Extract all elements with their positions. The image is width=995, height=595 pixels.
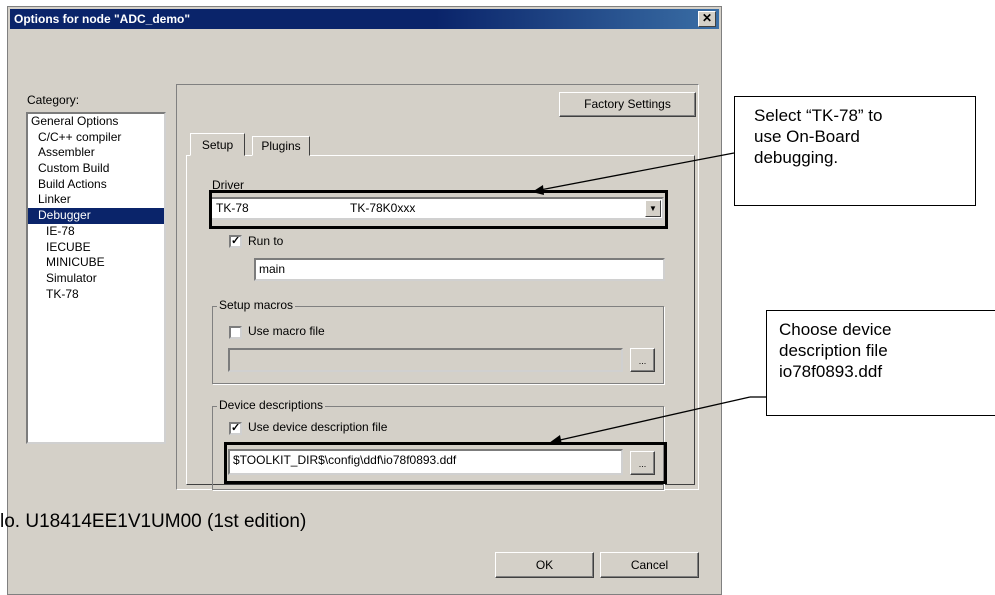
tab-setup[interactable]: Setup [190,133,245,156]
driver-callout-line-1: Select “TK-78” to [754,106,883,125]
ddf-callout-line-1: Choose device [779,320,892,339]
ddf-callout-line-2: description file [779,341,888,360]
driver-callout-line-3: debugging. [754,148,839,167]
driver-arrowhead-icon [532,185,544,195]
annotation-arrows [532,152,766,445]
driver-callout-arrow [539,152,735,191]
ddf-arrowhead-icon [549,435,562,445]
ddf-callout: Choose device description file io78f0893… [766,310,995,416]
driver-callout-line-2: use On-Board [754,127,860,146]
driver-callout: Select “TK-78” to use On-Board debugging… [734,96,976,206]
ddf-callout-arrow [559,396,751,441]
ddf-callout-line-3: io78f0893.ddf [779,362,883,381]
